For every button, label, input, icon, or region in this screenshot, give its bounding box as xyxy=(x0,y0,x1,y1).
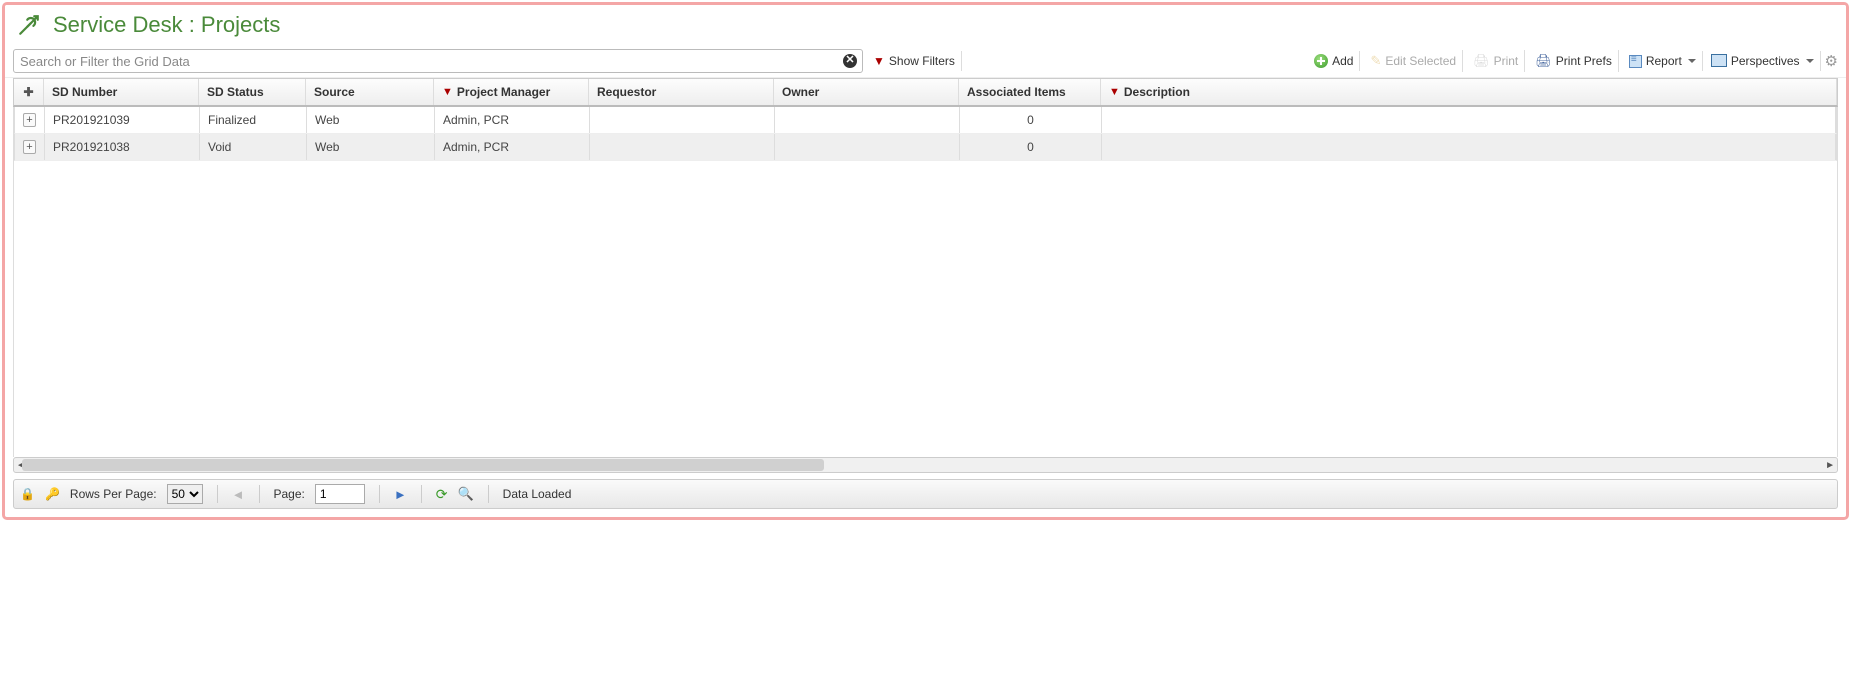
status-text: Data Loaded xyxy=(503,487,572,501)
cell-sd-number: PR201921038 xyxy=(45,134,200,160)
grid-header: ✚ SD Number SD Status Source ▼ Project M… xyxy=(13,78,1838,107)
column-owner[interactable]: Owner xyxy=(774,79,959,105)
report-button[interactable]: Report xyxy=(1623,51,1703,71)
key-icon[interactable]: 🔑 xyxy=(45,487,60,501)
header: Service Desk : Projects xyxy=(5,5,1846,45)
plus-icon xyxy=(1314,54,1328,68)
perspectives-button[interactable]: Perspectives xyxy=(1707,51,1821,71)
print-prefs-button[interactable]: 🖨 Print Prefs xyxy=(1529,50,1619,72)
rows-per-page-select[interactable]: 50 xyxy=(167,484,203,504)
report-icon xyxy=(1629,55,1642,68)
chevron-down-icon xyxy=(1688,59,1696,63)
cell-sd-number: PR201921039 xyxy=(45,107,200,133)
cell-owner xyxy=(775,134,960,160)
column-sd-number[interactable]: SD Number xyxy=(44,79,199,105)
search-box: ✕ xyxy=(13,49,863,73)
column-expand[interactable]: ✚ xyxy=(14,79,44,105)
row-expand[interactable]: + xyxy=(15,134,45,160)
col-label: SD Number xyxy=(52,85,117,99)
show-filters-button[interactable]: ▼ Show Filters xyxy=(867,51,962,71)
cell-project-manager: Admin, PCR xyxy=(435,107,590,133)
column-requestor[interactable]: Requestor xyxy=(589,79,774,105)
chevron-down-icon xyxy=(1806,59,1814,63)
toolbar: ✕ ▼ Show Filters Add ✎ Edit Selected 🖨 P… xyxy=(5,45,1846,78)
print-prefs-label: Print Prefs xyxy=(1556,54,1612,68)
page-input[interactable] xyxy=(315,484,365,504)
page-label: Page: xyxy=(274,487,305,501)
cell-requestor xyxy=(590,107,775,133)
column-description[interactable]: ▼ Description xyxy=(1101,79,1837,105)
clear-search-icon[interactable]: ✕ xyxy=(843,54,857,68)
column-source[interactable]: Source xyxy=(306,79,434,105)
col-label: Requestor xyxy=(597,85,656,99)
grid: ✚ SD Number SD Status Source ▼ Project M… xyxy=(13,78,1838,457)
refresh-icon[interactable]: ⟳ xyxy=(436,486,448,503)
grid-body: + PR201921039 Finalized Web Admin, PCR 0… xyxy=(13,107,1838,457)
printer-icon: 🖨 xyxy=(1473,53,1490,69)
horizontal-scrollbar[interactable]: ◄ ► xyxy=(13,457,1838,473)
scrollbar-thumb[interactable] xyxy=(22,459,824,471)
pencil-icon: ✎ xyxy=(1370,53,1381,69)
report-label: Report xyxy=(1646,54,1682,68)
perspectives-label: Perspectives xyxy=(1731,54,1800,68)
column-associated-items[interactable]: Associated Items xyxy=(959,79,1101,105)
next-page-button[interactable]: ► xyxy=(394,487,407,502)
col-label: Associated Items xyxy=(967,85,1066,99)
add-button[interactable]: Add xyxy=(1308,51,1360,71)
cell-project-manager: Admin, PCR xyxy=(435,134,590,160)
page-title: Service Desk : Projects xyxy=(53,12,280,38)
tools-icon xyxy=(15,11,43,39)
search-input[interactable] xyxy=(13,49,863,73)
edit-selected-button: ✎ Edit Selected xyxy=(1364,50,1463,72)
column-project-manager[interactable]: ▼ Project Manager xyxy=(434,79,589,105)
gear-icon[interactable]: ⚙ xyxy=(1825,52,1838,70)
cell-sd-status: Finalized xyxy=(200,107,307,133)
print-button: 🖨 Print xyxy=(1467,50,1525,72)
cell-source: Web xyxy=(307,107,435,133)
column-sd-status[interactable]: SD Status xyxy=(199,79,306,105)
print-label: Print xyxy=(1494,54,1519,68)
edit-selected-label: Edit Selected xyxy=(1385,54,1456,68)
table-row[interactable]: + PR201921038 Void Web Admin, PCR 0 xyxy=(14,134,1837,161)
cell-source: Web xyxy=(307,134,435,160)
rows-per-page-label: Rows Per Page: xyxy=(70,487,157,501)
cell-description xyxy=(1102,107,1836,133)
printer-prefs-icon: 🖨 xyxy=(1535,53,1552,69)
table-row[interactable]: + PR201921039 Finalized Web Admin, PCR 0 xyxy=(14,107,1837,134)
add-label: Add xyxy=(1332,54,1353,68)
col-label: Description xyxy=(1124,85,1190,99)
col-label: Owner xyxy=(782,85,819,99)
app-frame: Service Desk : Projects ✕ ▼ Show Filters… xyxy=(2,2,1849,520)
cell-description xyxy=(1102,134,1836,160)
cell-sd-status: Void xyxy=(200,134,307,160)
cell-owner xyxy=(775,107,960,133)
filter-icon: ▼ xyxy=(1109,86,1120,98)
col-label: Source xyxy=(314,85,355,99)
cell-associated-items: 0 xyxy=(960,134,1102,160)
scroll-right-icon[interactable]: ► xyxy=(1825,460,1835,471)
perspectives-icon xyxy=(1713,56,1727,67)
cell-associated-items: 0 xyxy=(960,107,1102,133)
cell-requestor xyxy=(590,134,775,160)
row-expand[interactable]: + xyxy=(15,107,45,133)
col-label: Project Manager xyxy=(457,85,550,99)
show-filters-label: Show Filters xyxy=(889,54,955,68)
zoom-icon[interactable]: 🔍 xyxy=(457,486,473,502)
prev-page-button[interactable]: ◄ xyxy=(232,487,245,502)
filter-icon: ▼ xyxy=(442,86,453,98)
lock-icon[interactable]: 🔒 xyxy=(20,487,35,501)
funnel-icon: ▼ xyxy=(873,54,885,68)
footer: 🔒 🔑 Rows Per Page: 50 ◄ Page: ► ⟳ 🔍 Data… xyxy=(13,479,1838,509)
col-label: SD Status xyxy=(207,85,264,99)
